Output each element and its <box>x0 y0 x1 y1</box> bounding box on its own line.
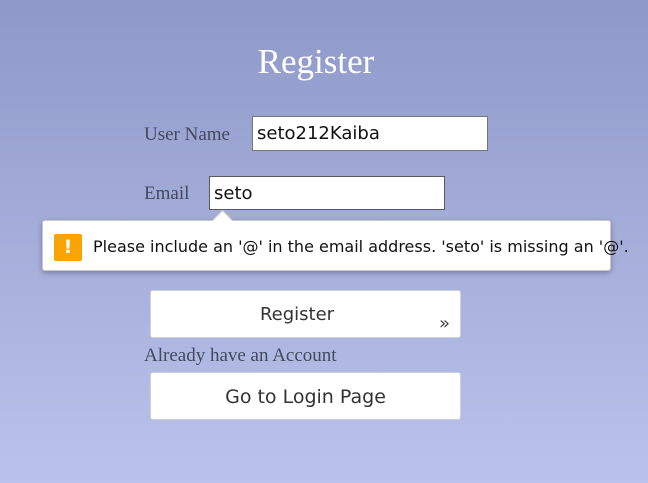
go-to-login-button[interactable]: Go to Login Page <box>150 372 461 420</box>
chevron-right-icon: » <box>439 313 451 334</box>
register-button-label: Register <box>259 304 335 325</box>
page-title: Register <box>257 42 375 81</box>
email-input[interactable] <box>209 176 445 210</box>
login-prompt: Already have an Account <box>144 345 337 366</box>
warning-icon: ! <box>54 234 82 261</box>
username-label: User Name <box>144 124 230 145</box>
validation-message: Please include an '@' in the email addre… <box>93 237 629 256</box>
register-button[interactable]: Register » <box>150 290 461 338</box>
username-input[interactable] <box>252 116 488 151</box>
tooltip-pointer <box>211 209 234 232</box>
validation-tooltip: ! Please include an '@' in the email add… <box>42 209 629 271</box>
email-label: Email <box>144 183 190 204</box>
